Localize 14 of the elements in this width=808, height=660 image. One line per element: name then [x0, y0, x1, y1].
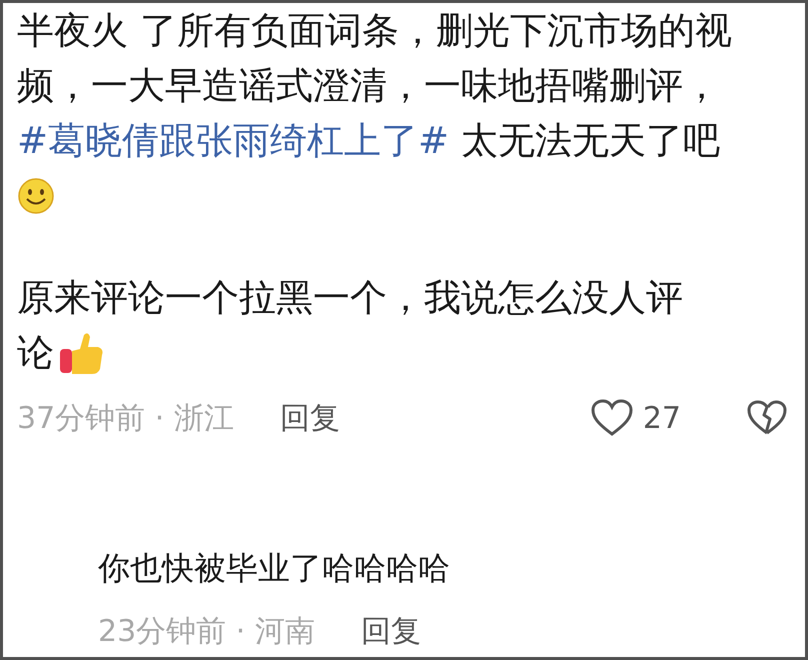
comment-text: 论	[17, 330, 54, 376]
comment-text: 半夜火 了所有负面词条，删光下沉市场的视频，一大早造谣式澄清，一味地捂嘴删评，	[17, 9, 732, 107]
timestamp-location: 23分钟前 · 河南	[98, 612, 315, 650]
smiley-icon	[17, 176, 55, 214]
reply-button[interactable]: 回复	[280, 396, 340, 440]
reply-text: 你也快被毕业了哈哈哈哈	[98, 548, 451, 589]
broken-heart-icon[interactable]	[747, 400, 787, 436]
comment-text: 原来评论一个拉黑一个，我说怎么没人评	[17, 275, 683, 321]
timestamp-location: 37分钟前 · 浙江	[17, 400, 234, 438]
comment-text: 太无法无天了吧	[460, 119, 720, 162]
reply-button[interactable]: 回复	[360, 608, 421, 654]
heart-icon[interactable]	[590, 399, 633, 437]
like-count: 27	[642, 400, 681, 438]
hashtag-link[interactable]: #葛晓倩跟张雨绮杠上了#	[17, 119, 450, 162]
